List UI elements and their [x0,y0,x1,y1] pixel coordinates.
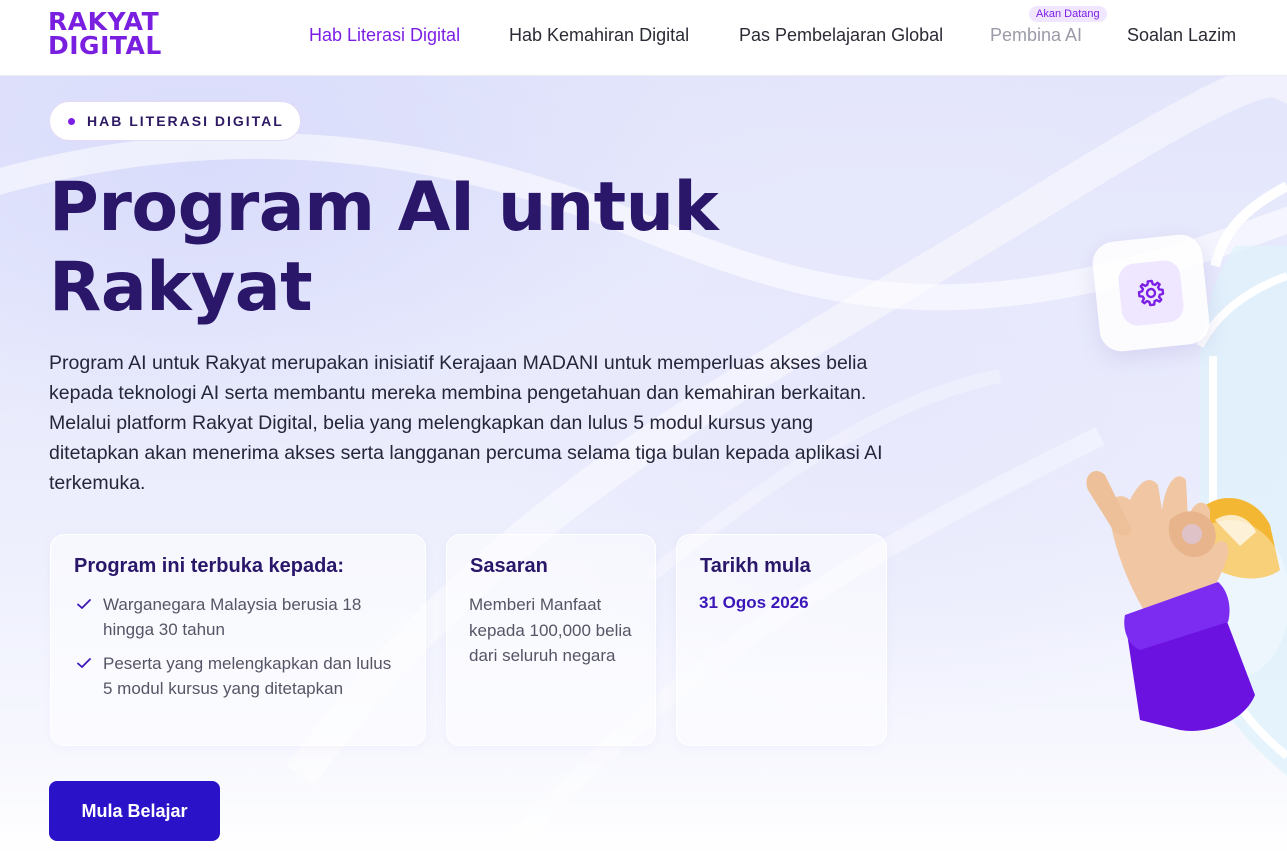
nav-pas-pembelajaran-global[interactable]: Pas Pembelajaran Global [739,25,943,46]
ok-hand-icon [1086,470,1287,731]
start-date-card: Tarikh mula 31 Ogos 2026 [676,534,887,746]
pill-dot [68,117,75,125]
start-learning-button[interactable]: Mula Belajar [49,781,220,841]
start-date-title: Tarikh mula [700,555,811,577]
rakyat-digital-logo[interactable]: RAKYAT DIGITAL [48,9,162,60]
gear-icon [1137,279,1165,307]
list-item: Warganegara Malaysia berusia 18 hingga 3… [74,592,394,642]
hero-description: Program AI untuk Rakyat merupakan inisia… [49,352,883,494]
page-title: Program AI untuk Rakyat [49,168,719,327]
gear-tile [1090,232,1212,354]
eligibility-item-text: Peserta yang melengkapkan dan lulus 5 mo… [103,654,392,698]
nav-hab-kemahiran-digital[interactable]: Hab Kemahiran Digital [509,25,689,46]
nav-hab-literasi-digital[interactable]: Hab Literasi Digital [309,25,460,46]
list-item: Peserta yang melengkapkan dan lulus 5 mo… [74,651,394,701]
check-icon [77,658,91,668]
coming-soon-badge: Akan Datang [1029,6,1107,22]
start-date-value: 31 Ogos 2026 [699,593,809,612]
nav-pembina-ai: Pembina AI [990,25,1083,45]
eligibility-list: Warganegara Malaysia berusia 18 hingga 3… [74,592,394,710]
section-pill: HAB LITERASI DIGITAL [49,101,301,141]
eligibility-title: Program ini terbuka kepada: [74,555,345,577]
eligibility-item-text: Warganegara Malaysia berusia 18 hingga 3… [103,595,362,639]
site-header: RAKYAT DIGITAL Hab Literasi Digital Hab … [0,0,1287,76]
nav-soalan-lazim[interactable]: Soalan Lazim [1127,25,1236,46]
target-text: Memberi Manfaat kepada 100,000 belia dar… [469,595,632,665]
target-title: Sasaran [470,555,548,577]
logo-line-2: DIGITAL [48,31,162,60]
eligibility-card: Program ini terbuka kepada: Warganegara … [50,534,426,746]
check-icon [77,599,91,609]
pill-label: HAB LITERASI DIGITAL [87,113,284,129]
gear-tile-inner [1116,258,1186,328]
target-card: Sasaran Memberi Manfaat kepada 100,000 b… [446,534,656,746]
